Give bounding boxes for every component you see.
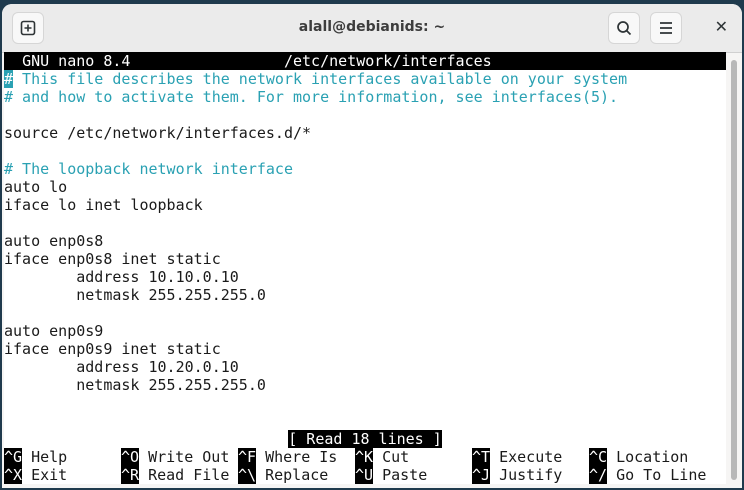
file-line[interactable] <box>4 142 726 160</box>
shortcut-key: ^/ <box>589 466 608 484</box>
shortcut-label: Exit <box>31 466 68 484</box>
text-cursor: # <box>4 70 14 88</box>
nano-version: GNU nano 8.4 <box>22 52 131 70</box>
shortcut-key: ^T <box>472 448 491 466</box>
nano-title-bar: GNU nano 8.4 /etc/network/interfaces <box>4 52 726 70</box>
file-line[interactable] <box>4 214 726 232</box>
shortcut-key: ^U <box>355 466 374 484</box>
shortcut-label: Go To Line <box>616 466 707 484</box>
shortcut-key: ^J <box>472 466 491 484</box>
shortcut-where-is[interactable]: ^F Where Is <box>238 448 355 466</box>
file-line[interactable] <box>4 106 726 124</box>
shortcut-row: ^G Help ^O Write Out ^F Where Is ^K Cut ^T E… <box>4 448 726 466</box>
file-line[interactable]: # and how to activate them. For more inf… <box>4 88 726 106</box>
shortcut-read-file[interactable]: ^R Read File <box>121 466 238 484</box>
terminal-window: alall@debianids: ~ ✕ GNU nano 8.4 /etc/n… <box>2 4 742 488</box>
file-line[interactable]: netmask 255.255.255.0 <box>4 286 726 304</box>
file-line[interactable] <box>4 304 726 322</box>
shortcut-execute[interactable]: ^T Execute <box>472 448 589 466</box>
status-line: [ Read 18 lines ] <box>4 430 726 448</box>
shortcut-label: Justify <box>499 466 563 484</box>
shortcut-label: Write Out <box>148 448 230 466</box>
shortcut-label: Where Is <box>265 448 338 466</box>
shortcut-key: ^R <box>121 466 140 484</box>
menu-button[interactable] <box>650 12 682 44</box>
shortcut-label: Execute <box>499 448 563 466</box>
close-button[interactable]: ✕ <box>715 17 728 36</box>
shortcut-exit[interactable]: ^X Exit <box>4 466 121 484</box>
file-line[interactable]: auto enp0s9 <box>4 322 726 340</box>
file-line[interactable]: iface lo inet loopback <box>4 196 726 214</box>
file-line[interactable]: address 10.20.0.10 <box>4 358 726 376</box>
shortcut-key: ^K <box>355 448 374 466</box>
shortcut-label: Read File <box>148 466 230 484</box>
shortcut-key: ^X <box>4 466 23 484</box>
search-button[interactable] <box>608 12 640 44</box>
shortcut-label: Replace <box>265 466 329 484</box>
scrollbar-thumb[interactable] <box>731 60 737 480</box>
file-line[interactable]: iface enp0s8 inet static <box>4 250 726 268</box>
status-message: [ Read 18 lines ] <box>288 430 442 448</box>
file-line[interactable]: netmask 255.255.255.0 <box>4 376 726 394</box>
nano-editor[interactable]: GNU nano 8.4 /etc/network/interfaces # T… <box>4 52 726 484</box>
line-text: This file describes the network interfac… <box>13 70 628 88</box>
shortcut-help[interactable]: ^G Help <box>4 448 121 466</box>
header-bar: alall@debianids: ~ ✕ <box>2 4 742 53</box>
empty-line <box>4 394 726 412</box>
hamburger-menu-icon <box>660 22 672 34</box>
shortcut-label: Paste <box>382 466 428 484</box>
shortcut-go-to-line[interactable]: ^/ Go To Line <box>589 466 706 484</box>
scrollbar[interactable] <box>728 56 738 484</box>
shortcut-key: ^G <box>4 448 23 466</box>
file-line[interactable]: auto enp0s8 <box>4 232 726 250</box>
shortcut-row: ^X Exit ^R Read File ^\ Replace ^U Paste ^J … <box>4 466 726 484</box>
shortcut-key: ^F <box>238 448 257 466</box>
shortcut-write-out[interactable]: ^O Write Out <box>121 448 238 466</box>
file-line[interactable]: # The loopback network interface <box>4 160 726 178</box>
search-icon <box>617 21 632 36</box>
shortcut-label: Cut <box>382 448 410 466</box>
shortcut-label: Location <box>616 448 689 466</box>
shortcut-location[interactable]: ^C Location <box>589 448 706 466</box>
shortcut-label: Help <box>31 448 68 466</box>
shortcut-cut[interactable]: ^K Cut <box>355 448 472 466</box>
shortcut-replace[interactable]: ^\ Replace <box>238 466 355 484</box>
close-icon: ✕ <box>714 17 728 36</box>
shortcut-key: ^C <box>589 448 608 466</box>
shortcut-key: ^O <box>121 448 140 466</box>
shortcut-key: ^\ <box>238 466 257 484</box>
empty-line <box>4 412 726 430</box>
file-line[interactable]: auto lo <box>4 178 726 196</box>
file-line[interactable]: # This file describes the network interf… <box>4 70 726 88</box>
file-line[interactable]: iface enp0s9 inet static <box>4 340 726 358</box>
file-line[interactable]: source /etc/network/interfaces.d/* <box>4 124 726 142</box>
shortcut-paste[interactable]: ^U Paste <box>355 466 472 484</box>
shortcut-justify[interactable]: ^J Justify <box>472 466 589 484</box>
file-line[interactable]: address 10.10.0.10 <box>4 268 726 286</box>
file-name: /etc/network/interfaces <box>283 52 492 70</box>
